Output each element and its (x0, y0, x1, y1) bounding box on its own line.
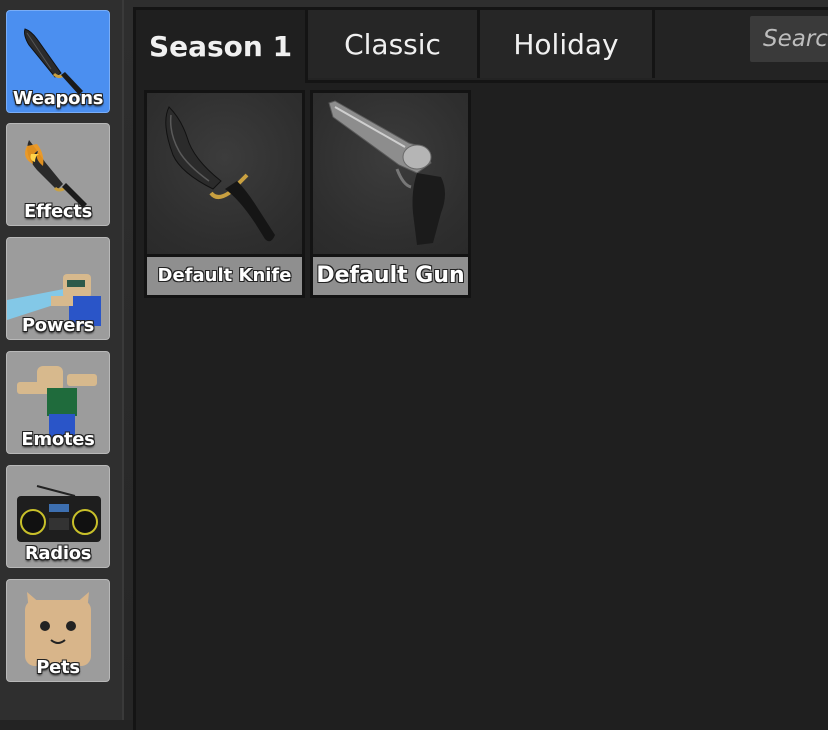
sidebar-item-label: Powers (21, 315, 95, 336)
sidebar-item-effects[interactable]: Effects (6, 123, 110, 226)
default-knife-icon (165, 106, 275, 242)
sidebar-item-label: Emotes (21, 429, 95, 450)
sidebar-item-weapons[interactable]: Weapons (6, 10, 110, 113)
search-input[interactable] (750, 16, 828, 62)
tab-holiday[interactable]: Holiday (480, 10, 655, 78)
tab-classic[interactable]: Classic (308, 10, 480, 78)
sidebar-item-label: Effects (23, 201, 93, 222)
inventory-panel: Season 1 Classic Holiday Default Knife (133, 7, 828, 730)
item-image (313, 93, 468, 254)
tab-season-1[interactable]: Season 1 (136, 10, 308, 83)
sidebar-item-radios[interactable]: Radios (6, 465, 110, 568)
sidebar-item-label: Weapons (12, 88, 104, 109)
sidebar-item-powers[interactable]: Powers (6, 237, 110, 340)
item-name: Default Knife (147, 257, 302, 295)
item-image (147, 93, 302, 254)
category-sidebar: Weapons Effects Powers Emotes Radios Pet… (0, 0, 124, 720)
sidebar-item-label: Radios (24, 543, 92, 564)
sidebar-item-emotes[interactable]: Emotes (6, 351, 110, 454)
sidebar-item-label: Pets (36, 657, 80, 678)
tab-bar: Season 1 Classic Holiday (136, 10, 828, 83)
sidebar-item-pets[interactable]: Pets (6, 579, 110, 682)
item-name: Default Gun (313, 257, 468, 295)
revolver-icon (328, 100, 445, 245)
item-card[interactable]: Default Knife (144, 90, 305, 298)
item-card[interactable]: Default Gun (310, 90, 471, 298)
